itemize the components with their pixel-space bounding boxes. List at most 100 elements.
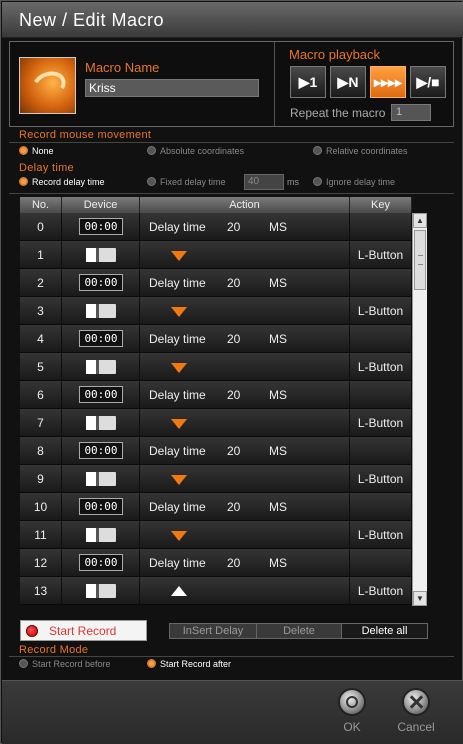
table-row[interactable]: 1 L-Button: [20, 241, 412, 269]
edit-toolbar: InSert Delay Delete Delete all: [169, 623, 428, 639]
delay-unit: MS: [269, 220, 287, 234]
table-row[interactable]: 11 L-Button: [20, 521, 412, 549]
delay-value[interactable]: 20: [227, 325, 240, 353]
table-row[interactable]: 7 L-Button: [20, 409, 412, 437]
table-row[interactable]: 2 00:00 Delay time 20 MS: [20, 269, 412, 297]
delay-value[interactable]: 20: [227, 269, 240, 297]
radio-record-after[interactable]: Start Record after: [147, 659, 231, 669]
row-device: 00:00: [62, 549, 140, 577]
table-row[interactable]: 8 00:00 Delay time 20 MS: [20, 437, 412, 465]
row-action: [140, 297, 350, 325]
delay-value[interactable]: 20: [227, 213, 240, 241]
table-row[interactable]: 6 00:00 Delay time 20 MS: [20, 381, 412, 409]
row-device: [62, 465, 140, 493]
header-no[interactable]: No.: [20, 197, 62, 213]
row-key: L-Button: [350, 353, 412, 381]
radio-record-before[interactable]: Start Record before: [19, 659, 111, 669]
delay-value[interactable]: 20: [227, 493, 240, 521]
row-key: L-Button: [350, 465, 412, 493]
row-action: [140, 409, 350, 437]
mouse-movement-label: Record mouse movement: [19, 129, 152, 141]
header-key[interactable]: Key: [350, 197, 412, 213]
table-row[interactable]: 5 L-Button: [20, 353, 412, 381]
row-number: 1: [20, 241, 62, 269]
row-number: 10: [20, 493, 62, 521]
start-record-button[interactable]: Start Record: [20, 620, 147, 641]
clock-icon: 00:00: [79, 498, 123, 515]
macro-icon[interactable]: [19, 57, 76, 114]
radio-ignore-delay[interactable]: Ignore delay time: [313, 177, 395, 187]
table-row[interactable]: 13 L-Button: [20, 577, 412, 605]
record-mode-label: Record Mode: [19, 644, 89, 656]
delay-unit: MS: [269, 276, 287, 290]
dialog-footer: OK Cancel: [2, 680, 463, 744]
row-key: L-Button: [350, 241, 412, 269]
row-device: [62, 297, 140, 325]
radio-none[interactable]: None: [19, 146, 54, 156]
clock-icon: 00:00: [79, 330, 123, 347]
delete-button[interactable]: Delete: [257, 624, 342, 638]
row-number: 2: [20, 269, 62, 297]
divider: [274, 42, 275, 126]
row-number: 0: [20, 213, 62, 241]
row-key: [350, 493, 412, 521]
play-loop-button[interactable]: ▸▸▸▸: [370, 66, 406, 98]
mouse-icon: [86, 248, 116, 262]
scroll-down-button[interactable]: ▼: [413, 591, 427, 606]
row-number: 9: [20, 465, 62, 493]
row-action: Delay time 20 MS: [140, 325, 350, 353]
cancel-button[interactable]: [402, 688, 430, 716]
row-key: L-Button: [350, 577, 412, 605]
ok-button[interactable]: [338, 688, 366, 716]
table-scrollbar[interactable]: ▲ ▼: [412, 213, 427, 606]
row-number: 12: [20, 549, 62, 577]
delay-text: Delay time: [149, 444, 206, 458]
delete-all-button[interactable]: Delete all: [342, 624, 427, 638]
cancel-label: Cancel: [397, 720, 435, 734]
radio-record-delay[interactable]: Record delay time: [19, 177, 105, 187]
macro-name-input[interactable]: Kriss: [85, 79, 259, 97]
play-stop-button[interactable]: ▶/■: [410, 66, 446, 98]
delay-value[interactable]: 20: [227, 437, 240, 465]
delay-value[interactable]: 20: [227, 381, 240, 409]
clock-icon: 00:00: [79, 554, 123, 571]
mouse-icon: [86, 472, 116, 486]
header-device[interactable]: Device: [62, 197, 140, 213]
radio-dot: [147, 146, 156, 155]
table-row[interactable]: 9 L-Button: [20, 465, 412, 493]
table-row[interactable]: 4 00:00 Delay time 20 MS: [20, 325, 412, 353]
title-bar[interactable]: New / Edit Macro: [2, 2, 463, 38]
start-record-label: Start Record: [49, 624, 117, 638]
row-action: Delay time 20 MS: [140, 269, 350, 297]
row-key: [350, 325, 412, 353]
play-once-button[interactable]: ▶1: [290, 66, 326, 98]
radio-absolute[interactable]: Absolute coordinates: [147, 146, 244, 156]
header-action[interactable]: Action: [140, 197, 350, 213]
clock-icon: 00:00: [79, 218, 123, 235]
row-action: Delay time 20 MS: [140, 493, 350, 521]
delay-unit: MS: [269, 556, 287, 570]
delay-value[interactable]: 20: [227, 549, 240, 577]
radio-dot: [147, 177, 156, 186]
insert-delay-button[interactable]: InSert Delay: [170, 624, 257, 638]
repeat-input[interactable]: 1: [391, 104, 431, 121]
row-key: [350, 269, 412, 297]
fixed-delay-input[interactable]: 40: [244, 174, 284, 190]
table-row[interactable]: 3 L-Button: [20, 297, 412, 325]
row-device: [62, 409, 140, 437]
radio-relative[interactable]: Relative coordinates: [313, 146, 408, 156]
row-device: 00:00: [62, 381, 140, 409]
row-number: 5: [20, 353, 62, 381]
row-action: [140, 521, 350, 549]
scroll-up-button[interactable]: ▲: [413, 213, 427, 228]
row-number: 11: [20, 521, 62, 549]
table-row[interactable]: 10 00:00 Delay time 20 MS: [20, 493, 412, 521]
row-number: 4: [20, 325, 62, 353]
table-row[interactable]: 0 00:00 Delay time 20 MS: [20, 213, 412, 241]
radio-fixed-delay[interactable]: Fixed delay time: [147, 177, 226, 187]
scroll-thumb[interactable]: [414, 230, 426, 290]
delay-unit: MS: [269, 444, 287, 458]
table-row[interactable]: 12 00:00 Delay time 20 MS: [20, 549, 412, 577]
play-n-times-button[interactable]: ▶N: [330, 66, 366, 98]
row-action: Delay time 20 MS: [140, 213, 350, 241]
